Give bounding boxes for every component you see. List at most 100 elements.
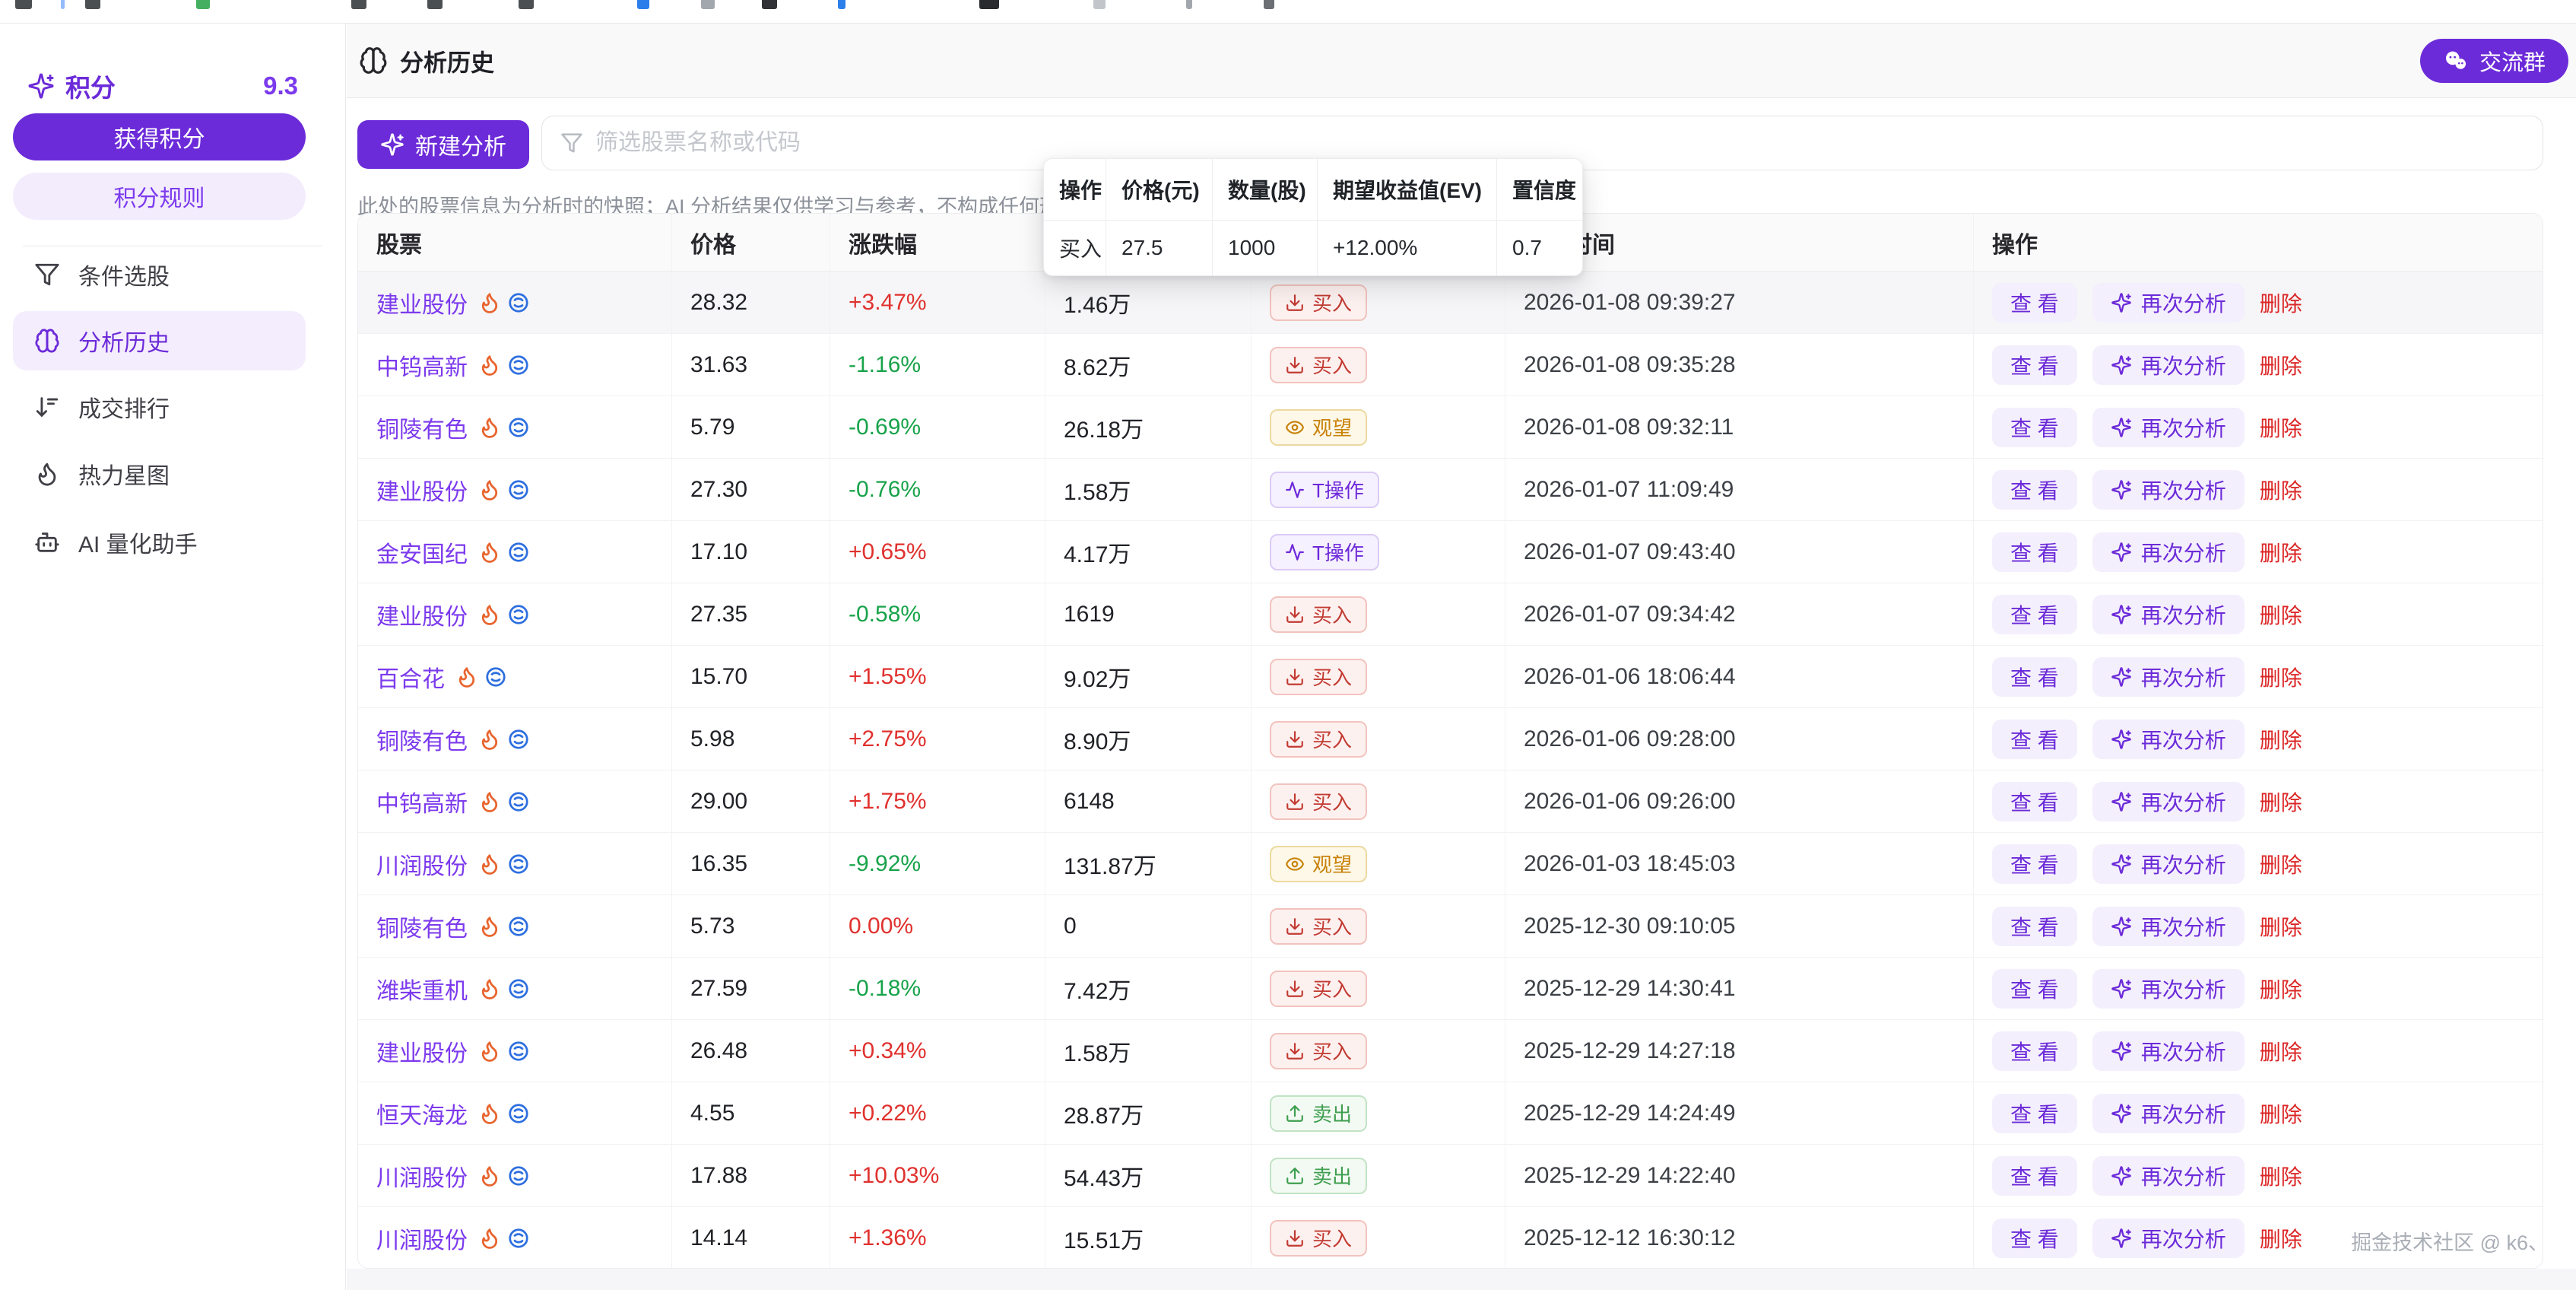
stock-name-link[interactable]: 建业股份 (376, 286, 468, 319)
reanalyze-button[interactable]: 再次分析 (2092, 720, 2244, 759)
stock-name-link[interactable]: 中钨高新 (376, 785, 468, 818)
stock-name-link[interactable]: 金安国纪 (376, 535, 468, 569)
stock-name-link[interactable]: 铜陵有色 (376, 910, 468, 943)
delete-button[interactable]: 删除 (2260, 1098, 2302, 1129)
view-button[interactable]: 查 看 (1992, 283, 2077, 322)
sidebar-item-heat-map[interactable]: 热力星图 (13, 446, 306, 501)
delete-button[interactable]: 删除 (2260, 974, 2302, 1004)
reanalyze-button[interactable]: 再次分析 (2092, 1094, 2244, 1133)
delete-button[interactable]: 删除 (2260, 1036, 2302, 1066)
reanalyze-button[interactable]: 再次分析 (2092, 969, 2244, 1009)
stock-name-link[interactable]: 建业股份 (376, 598, 468, 631)
reanalyze-button[interactable]: 再次分析 (2092, 408, 2244, 447)
reanalyze-button[interactable]: 再次分析 (2092, 1031, 2244, 1071)
delete-button[interactable]: 删除 (2260, 599, 2302, 630)
delete-button[interactable]: 删除 (2260, 1223, 2302, 1253)
delete-button[interactable]: 删除 (2260, 724, 2302, 755)
reanalyze-button[interactable]: 再次分析 (2092, 782, 2244, 821)
stock-app-flame-icon[interactable] (478, 728, 501, 751)
delete-button[interactable]: 删除 (2260, 350, 2302, 380)
view-button[interactable]: 查 看 (1992, 1219, 2077, 1258)
stock-app-link-icon[interactable] (507, 1164, 530, 1187)
reanalyze-button[interactable]: 再次分析 (2092, 907, 2244, 946)
view-button[interactable]: 查 看 (1992, 720, 2077, 759)
view-button[interactable]: 查 看 (1992, 408, 2077, 447)
view-button[interactable]: 查 看 (1992, 532, 2077, 572)
stock-app-flame-icon[interactable] (478, 354, 501, 377)
stock-app-link-icon[interactable] (507, 416, 530, 439)
stock-app-flame-icon[interactable] (478, 790, 501, 813)
view-button[interactable]: 查 看 (1992, 1031, 2077, 1071)
stock-app-link-icon[interactable] (507, 1227, 530, 1250)
stock-app-flame-icon[interactable] (478, 478, 501, 501)
view-button[interactable]: 查 看 (1992, 1156, 2077, 1196)
sidebar-item-ai-quant-assistant[interactable]: AI 量化助手 (13, 515, 306, 570)
stock-app-link-icon[interactable] (507, 354, 530, 377)
stock-name-link[interactable]: 恒天海龙 (376, 1097, 468, 1130)
stock-app-link-icon[interactable] (507, 1102, 530, 1125)
delete-button[interactable]: 删除 (2260, 537, 2302, 567)
stock-name-link[interactable]: 川润股份 (376, 1222, 468, 1255)
view-button[interactable]: 查 看 (1992, 595, 2077, 634)
search-input[interactable] (594, 129, 2524, 157)
stock-app-link-icon[interactable] (507, 915, 530, 938)
view-button[interactable]: 查 看 (1992, 470, 2077, 510)
stock-name-link[interactable]: 百合花 (376, 660, 445, 694)
reanalyze-button[interactable]: 再次分析 (2092, 1156, 2244, 1196)
stock-app-flame-icon[interactable] (478, 1164, 501, 1187)
view-button[interactable]: 查 看 (1992, 782, 2077, 821)
view-button[interactable]: 查 看 (1992, 907, 2077, 946)
stock-name-link[interactable]: 建业股份 (376, 473, 468, 507)
chat-group-button[interactable]: 交流群 (2420, 39, 2568, 83)
reanalyze-button[interactable]: 再次分析 (2092, 657, 2244, 697)
sidebar-item-analysis-history[interactable]: 分析历史 (13, 311, 306, 370)
stock-name-link[interactable]: 铜陵有色 (376, 723, 468, 756)
stock-app-link-icon[interactable] (507, 478, 530, 501)
stock-app-flame-icon[interactable] (478, 853, 501, 875)
stock-app-flame-icon[interactable] (478, 291, 501, 314)
reanalyze-button[interactable]: 再次分析 (2092, 595, 2244, 634)
reanalyze-button[interactable]: 再次分析 (2092, 532, 2244, 572)
stock-app-flame-icon[interactable] (478, 1102, 501, 1125)
stock-name-link[interactable]: 铜陵有色 (376, 411, 468, 444)
stock-name-link[interactable]: 川润股份 (376, 1159, 468, 1193)
stock-app-link-icon[interactable] (507, 1040, 530, 1063)
delete-button[interactable]: 删除 (2260, 786, 2302, 817)
stock-app-flame-icon[interactable] (478, 1227, 501, 1250)
delete-button[interactable]: 删除 (2260, 849, 2302, 879)
view-button[interactable]: 查 看 (1992, 969, 2077, 1009)
delete-button[interactable]: 删除 (2260, 288, 2302, 318)
sidebar-item-volume-ranking[interactable]: 成交排行 (13, 380, 306, 434)
reanalyze-button[interactable]: 再次分析 (2092, 345, 2244, 385)
stock-name-link[interactable]: 潍柴重机 (376, 972, 468, 1006)
stock-app-link-icon[interactable] (507, 291, 530, 314)
delete-button[interactable]: 删除 (2260, 662, 2302, 692)
stock-app-link-icon[interactable] (507, 790, 530, 813)
stock-name-link[interactable]: 中钨高新 (376, 348, 468, 382)
stock-app-link-icon[interactable] (484, 666, 507, 688)
view-button[interactable]: 查 看 (1992, 1094, 2077, 1133)
stock-app-flame-icon[interactable] (455, 666, 478, 688)
stock-app-flame-icon[interactable] (478, 915, 501, 938)
view-button[interactable]: 查 看 (1992, 345, 2077, 385)
stock-app-flame-icon[interactable] (478, 416, 501, 439)
sidebar-item-stock-screener[interactable]: 条件选股 (13, 247, 306, 302)
stock-name-link[interactable]: 川润股份 (376, 847, 468, 881)
view-button[interactable]: 查 看 (1992, 844, 2077, 884)
earn-points-button[interactable]: 获得积分 (13, 113, 306, 160)
stock-app-flame-icon[interactable] (478, 977, 501, 1000)
stock-app-link-icon[interactable] (507, 728, 530, 751)
new-analysis-button[interactable]: 新建分析 (357, 120, 529, 169)
reanalyze-button[interactable]: 再次分析 (2092, 844, 2244, 884)
stock-app-flame-icon[interactable] (478, 541, 501, 564)
stock-app-link-icon[interactable] (507, 853, 530, 875)
stock-app-flame-icon[interactable] (478, 1040, 501, 1063)
delete-button[interactable]: 删除 (2260, 412, 2302, 443)
view-button[interactable]: 查 看 (1992, 657, 2077, 697)
stock-app-link-icon[interactable] (507, 603, 530, 626)
stock-app-link-icon[interactable] (507, 977, 530, 1000)
reanalyze-button[interactable]: 再次分析 (2092, 283, 2244, 322)
delete-button[interactable]: 删除 (2260, 1161, 2302, 1191)
stock-app-link-icon[interactable] (507, 541, 530, 564)
reanalyze-button[interactable]: 再次分析 (2092, 470, 2244, 510)
